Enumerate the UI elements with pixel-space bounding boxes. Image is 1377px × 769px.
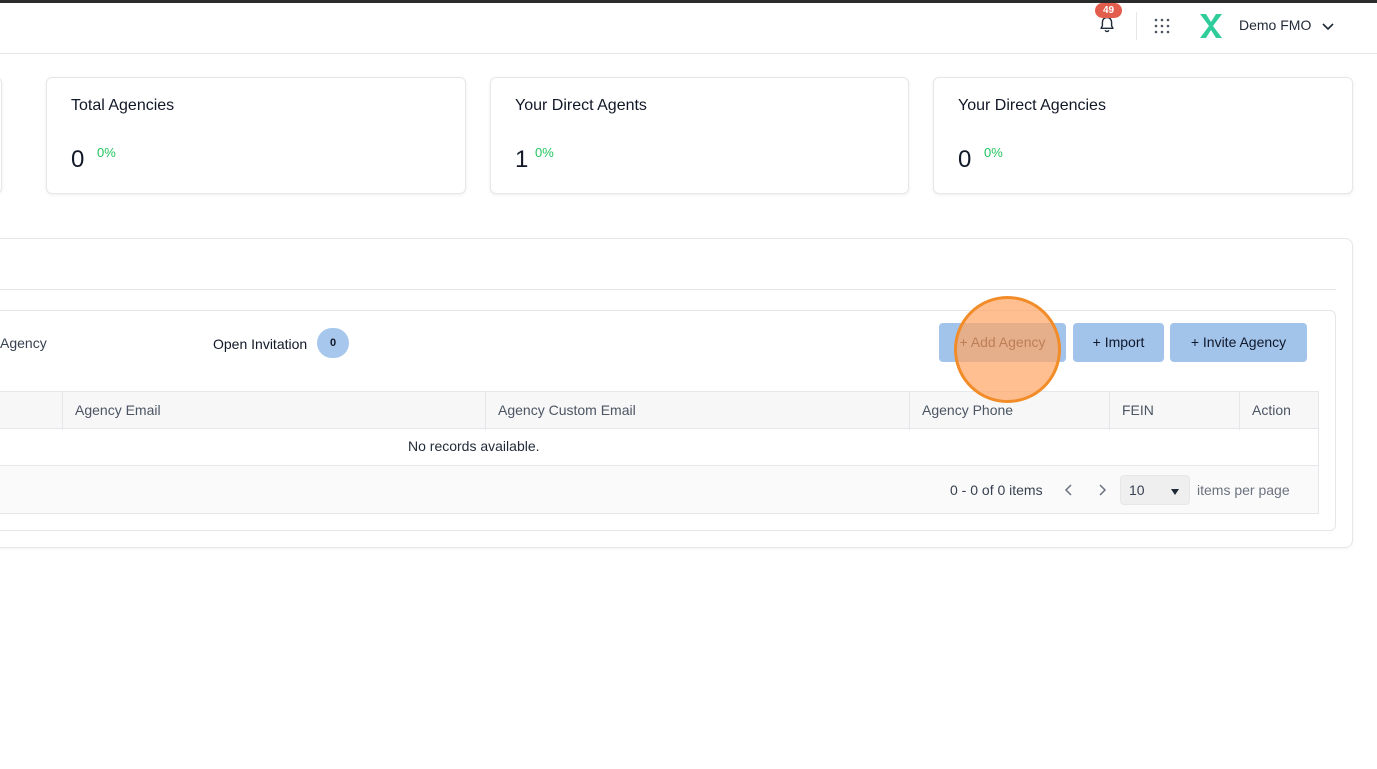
stat-card-partial [0,77,2,194]
stat-percent: 0% [97,145,116,160]
stat-title: Your Direct Agents [515,97,647,114]
table-body [0,428,1319,466]
stat-title: Your Direct Agencies [958,97,1106,114]
stat-percent: 0% [984,145,1003,160]
invite-agency-button[interactable]: + Invite Agency [1170,323,1307,362]
column-header-agency-phone[interactable]: Agency Phone [909,392,1109,430]
empty-table-message: No records available. [408,438,540,454]
stat-card-total-agencies: Total Agencies 0 0% [46,77,466,194]
column-header-fein[interactable]: FEIN [1109,392,1239,430]
header-divider [1136,12,1137,40]
stat-card-direct-agents: Your Direct Agents 1 0% [490,77,909,194]
caret-down-icon[interactable] [1170,484,1180,495]
items-per-page-label: items per page [1197,482,1290,498]
column-header-action[interactable]: Action [1239,392,1318,430]
chevron-down-icon[interactable] [1320,18,1336,34]
stat-value: 0 [958,146,972,173]
add-agency-button[interactable]: + Add Agency [939,323,1066,362]
apps-grid-icon[interactable] [1153,17,1171,35]
open-invitation-count-badge: 0 [317,328,349,358]
stat-value: 1 [515,146,529,173]
column-header-agency-email[interactable]: Agency Email [62,392,485,430]
logo-icon [1199,13,1223,39]
table-header: Agency Email Agency Custom Email Agency … [0,391,1319,430]
stat-card-direct-agencies: Your Direct Agencies 0 0% [933,77,1353,194]
column-header-agency-custom-email[interactable]: Agency Custom Email [485,392,909,430]
tab-open-invitation[interactable]: Open Invitation [213,336,307,352]
chevron-right-icon[interactable] [1095,481,1109,499]
notification-badge: 49 [1095,3,1122,18]
stat-title: Total Agencies [71,97,175,114]
panel-divider [0,289,1336,290]
user-name[interactable]: Demo FMO [1239,17,1311,33]
chevron-left-icon[interactable] [1062,481,1076,499]
import-button[interactable]: + Import [1073,323,1164,362]
pager-info: 0 - 0 of 0 items [950,482,1043,498]
stat-percent: 0% [535,145,554,160]
stat-value: 0 [71,146,85,173]
tab-agency[interactable]: Agency [0,335,47,351]
